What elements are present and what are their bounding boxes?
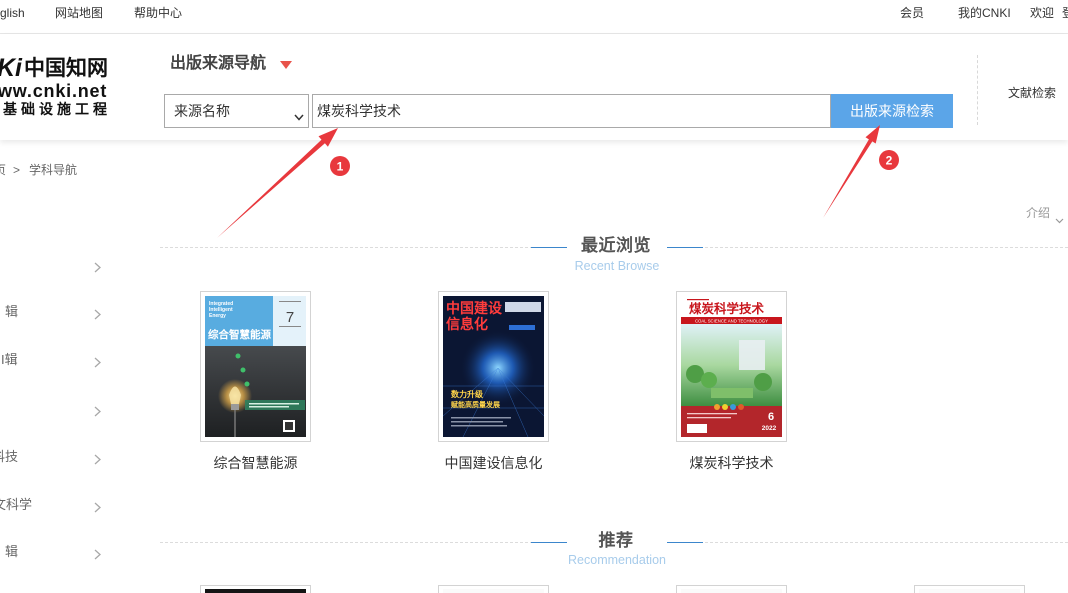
breadcrumb-current: 学科导航 xyxy=(29,163,78,177)
sidebar-item-label: I辑 xyxy=(1,352,18,367)
chevron-down-icon xyxy=(294,108,304,126)
chevron-right-icon[interactable] xyxy=(94,500,101,518)
chevron-down-icon[interactable] xyxy=(1055,211,1064,229)
cover-art: 中国建设 信息化 数力升级 赋能高质量发展 xyxy=(443,296,544,437)
journal-cover[interactable] xyxy=(200,585,311,593)
chevron-right-icon[interactable] xyxy=(94,260,101,278)
sidebar-item-label: 文科学 xyxy=(0,497,33,512)
journal-cover[interactable] xyxy=(914,585,1025,593)
journal-cover[interactable]: 中国建设 信息化 数力升级 赋能高质量发展 xyxy=(438,291,549,442)
sidebar-item-label: 科技 xyxy=(0,449,19,464)
cover-en-title: COAL SCIENCE AND TECHNOLOGY xyxy=(695,318,768,323)
logo-url: ww.cnki.net xyxy=(0,81,108,101)
journal-cover[interactable]: 煤炭科学技术 COAL SCIENCE AND TECHNOLOGY 6 202… xyxy=(676,291,787,442)
language-link[interactable]: glish xyxy=(0,5,25,21)
annotation-badge-2 xyxy=(879,150,899,170)
search-input-value: 煤炭科学技术 xyxy=(317,103,401,119)
cover-issue: 7 xyxy=(286,309,294,326)
header-divider xyxy=(977,55,978,125)
login-link-clip: 登 xyxy=(1060,5,1068,21)
help-link[interactable]: 帮助中心 xyxy=(134,5,182,21)
chevron-right-icon[interactable] xyxy=(94,547,101,565)
journal-title-link[interactable]: 综合智慧能源 xyxy=(180,455,331,472)
section-subtitle: Recommendation xyxy=(568,553,666,567)
cover-art: Integrated Intelligent Energy 综合智慧能源 7 xyxy=(205,296,306,437)
cover-headline: 数力升级 xyxy=(451,389,484,399)
journal-cover[interactable]: Integrated Intelligent Energy 综合智慧能源 7 xyxy=(200,291,311,442)
cover-art xyxy=(681,589,782,593)
cover-cn-title: 煤炭科学技术 xyxy=(689,301,765,316)
chevron-right-icon[interactable] xyxy=(94,307,101,325)
section-title: 推荐 xyxy=(598,531,634,550)
cover-issue: 6 xyxy=(768,411,774,423)
section-title: 最近浏览 xyxy=(581,236,651,255)
source-search-button[interactable]: 出版来源检索 xyxy=(831,94,953,128)
sidebar-item-label: 辑 xyxy=(5,304,19,319)
my-cnki-link[interactable]: 我的CNKI xyxy=(958,5,1011,21)
annotation-arrow-1 xyxy=(217,128,338,238)
cover-art xyxy=(205,589,306,593)
chevron-right-icon[interactable] xyxy=(94,404,101,422)
journal-cover[interactable] xyxy=(676,585,787,593)
journal-cover[interactable] xyxy=(438,585,549,593)
cover-art xyxy=(919,589,1020,593)
nav-title[interactable]: 出版来源导航 xyxy=(170,55,266,73)
top-bar: glish 网站地图 帮助中心 会员 我的CNKI 欢迎 登 xyxy=(0,0,1068,34)
logo-name: 中国知网 xyxy=(24,55,108,80)
sidebar-item-label: 辑 xyxy=(5,544,19,559)
logo-mark: Ki xyxy=(0,54,22,82)
journal-title-link[interactable]: 中国建设信息化 xyxy=(418,455,569,472)
search-field-value: 来源名称 xyxy=(174,103,230,119)
search-input[interactable]: 煤炭科学技术 xyxy=(312,94,831,128)
annotation-number: 2 xyxy=(886,154,893,168)
cover-en-title: Energy xyxy=(209,313,226,319)
cover-headline: 赋能高质量发展 xyxy=(451,400,501,409)
section-subtitle: Recent Browse xyxy=(574,259,660,273)
triangle-down-icon[interactable] xyxy=(280,61,292,69)
cover-cn-title: 中国建设 xyxy=(446,300,503,316)
doc-search-link[interactable]: 文献检索 xyxy=(1008,85,1056,101)
breadcrumb-home[interactable]: 页 xyxy=(0,162,6,178)
member-link[interactable]: 会员 xyxy=(900,5,924,21)
chevron-right-icon[interactable] xyxy=(94,452,101,470)
chevron-right-icon[interactable] xyxy=(94,355,101,373)
cover-art: 煤炭科学技术 COAL SCIENCE AND TECHNOLOGY 6 202… xyxy=(681,296,782,437)
search-field-select[interactable]: 来源名称 xyxy=(164,94,309,128)
breadcrumb-separator: > xyxy=(13,163,21,177)
cover-year: 2022 xyxy=(762,425,777,432)
login-link[interactable]: 登 xyxy=(1062,5,1068,21)
cover-cn-title: 信息化 xyxy=(446,316,488,332)
logo-slogan: 基础设施工程 xyxy=(3,101,111,117)
cover-cn-title: 综合智慧能源 xyxy=(208,328,271,341)
cnki-logo[interactable]: Ki 中国知网 ww.cnki.net 基础设施工程 xyxy=(0,34,112,140)
cover-art xyxy=(443,589,544,593)
annotation-number: 1 xyxy=(337,160,344,174)
journal-title-link[interactable]: 煤炭科学技术 xyxy=(656,455,807,472)
intro-toggle[interactable]: 介绍 xyxy=(1026,205,1050,221)
annotation-badge-1 xyxy=(330,156,350,176)
header: Ki 中国知网 ww.cnki.net 基础设施工程 出版来源导航 来源名称 煤… xyxy=(0,34,1068,140)
sitemap-link[interactable]: 网站地图 xyxy=(55,5,103,21)
welcome-text: 欢迎 xyxy=(1030,6,1055,20)
